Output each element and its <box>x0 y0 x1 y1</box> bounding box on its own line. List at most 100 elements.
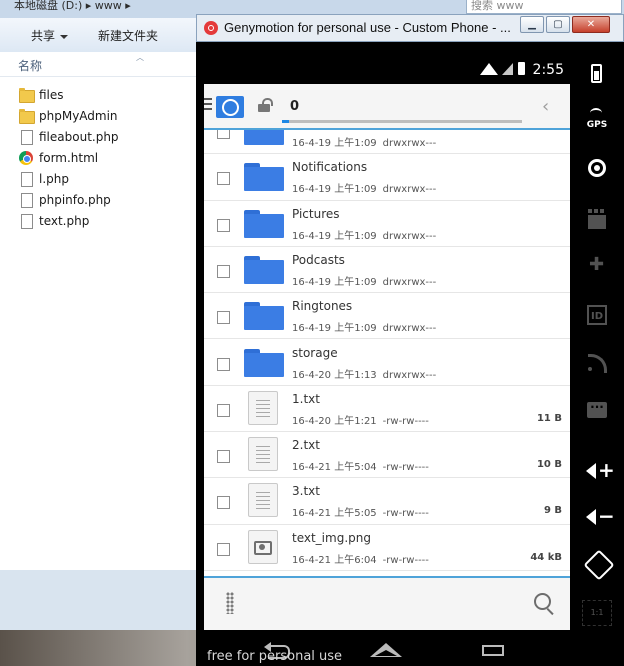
battery-widget-icon[interactable] <box>582 62 612 88</box>
file-size: 9 B <box>543 505 562 517</box>
explorer-item-label: phpinfo.php <box>39 193 111 207</box>
share-label: 共享 <box>31 29 56 43</box>
explorer-list-item[interactable]: fileabout.php <box>18 127 119 147</box>
status-time: 2:55 <box>532 62 564 78</box>
desktop: 本地磁盘 (D:) ▸ www ▸ 搜索 www 共享 新建文件夹 ︿ 名称 f… <box>0 0 624 666</box>
row-checkbox[interactable] <box>217 311 230 325</box>
explorer-toolbar: 共享 新建文件夹 <box>0 18 200 53</box>
explorer-list-item[interactable]: form.html <box>18 148 98 168</box>
file-permissions: -rw-rw---- <box>382 415 429 427</box>
file-row[interactable]: 1.txt 16-4-20 上午1:21 -rw-rw---- 11 B <box>204 386 570 433</box>
gps-widget-icon[interactable]: GPS <box>582 108 612 134</box>
row-checkbox[interactable] <box>217 542 230 556</box>
explorer-item-label: form.html <box>39 151 99 165</box>
row-checkbox[interactable] <box>217 403 230 417</box>
folder-icon <box>244 302 284 331</box>
text-file-icon <box>248 483 278 518</box>
file-name: Pictures <box>292 206 340 221</box>
file-meta: 16-4-19 上午1:09 drwxrwx--- <box>292 134 436 149</box>
file-row[interactable]: Notifications 16-4-19 上午1:09 drwxrwx--- <box>204 154 570 201</box>
file-icon <box>18 129 34 145</box>
row-checkbox[interactable] <box>217 450 230 464</box>
watermark: free for personal use <box>207 649 343 664</box>
file-row[interactable]: Pictures 16-4-19 上午1:09 drwxrwx--- <box>204 201 570 247</box>
row-checkbox[interactable] <box>217 130 230 139</box>
file-row[interactable]: 3.txt 16-4-21 上午5:05 -rw-rw---- 9 B <box>204 478 570 525</box>
file-icon <box>18 192 34 208</box>
file-row[interactable]: 2.txt 16-4-21 上午5:04 -rw-rw---- 10 B <box>204 432 570 479</box>
explorer-list-item[interactable]: phpMyAdmin <box>18 106 118 126</box>
file-permissions: -rw-rw---- <box>382 462 429 474</box>
file-name: text_img.png <box>292 530 371 545</box>
row-checkbox[interactable] <box>217 172 230 186</box>
file-permissions: drwxrwx--- <box>382 230 437 242</box>
pixel-perfect-button[interactable]: 1:1 <box>582 600 612 626</box>
maximize-button[interactable]: ▢ <box>546 16 570 33</box>
file-permissions: drwxrwx--- <box>382 138 437 149</box>
share-button[interactable]: 共享 <box>31 27 69 44</box>
network-widget-icon[interactable] <box>582 352 612 378</box>
breadcrumb[interactable]: 本地磁盘 (D:) ▸ www ▸ <box>14 0 131 13</box>
file-name: Ringtones <box>292 299 353 314</box>
explorer-item-label: phpMyAdmin <box>39 109 118 123</box>
status-bar: 2:55 <box>204 42 570 84</box>
chevron-left-icon[interactable]: ‹ <box>542 96 549 117</box>
home-location-button[interactable] <box>216 96 244 118</box>
explorer-list-item[interactable]: text.php <box>18 211 89 231</box>
minimize-button[interactable]: ▁ <box>520 16 544 33</box>
drag-handle-icon[interactable] <box>226 592 234 614</box>
folder-icon <box>244 209 284 238</box>
new-folder-button[interactable]: 新建文件夹 <box>98 27 158 44</box>
recent-apps-icon[interactable] <box>478 640 508 660</box>
explorer-list-item[interactable]: phpinfo.php <box>18 190 111 210</box>
file-meta: 16-4-21 上午5:04 -rw-rw---- <box>292 458 429 473</box>
file-meta: 16-4-19 上午1:09 drwxrwx--- <box>292 319 436 334</box>
file-name: 1.txt <box>292 391 320 406</box>
menu-icon[interactable] <box>204 98 212 112</box>
search-input[interactable]: 搜索 www <box>466 0 622 14</box>
signal-icon <box>502 63 513 75</box>
file-row[interactable]: text_img.png 16-4-21 上午6:04 -rw-rw---- 44 k… <box>204 525 570 571</box>
explorer-item-label: fileabout.php <box>39 130 119 144</box>
progress-bar <box>282 120 522 123</box>
file-meta: 16-4-19 上午1:09 drwxrwx--- <box>292 227 436 242</box>
file-date: 16-4-19 上午1:09 <box>292 323 377 335</box>
lock-icon[interactable] <box>258 98 274 112</box>
file-row[interactable]: Podcasts 16-4-19 上午1:09 drwxrwx--- <box>204 247 570 294</box>
file-meta: 16-4-21 上午6:04 -rw-rw---- <box>292 551 429 566</box>
volume-down-icon[interactable] <box>582 504 615 530</box>
file-name: 2.txt <box>292 438 320 453</box>
volume-up-icon[interactable] <box>582 458 615 484</box>
screencast-widget-icon[interactable] <box>582 208 612 234</box>
row-checkbox[interactable] <box>217 357 230 371</box>
file-date: 16-4-20 上午1:21 <box>292 415 377 427</box>
divider <box>0 76 200 77</box>
row-checkbox[interactable] <box>217 218 230 232</box>
sms-widget-icon[interactable] <box>582 400 612 426</box>
file-row[interactable]: Ringtones 16-4-19 上午1:09 drwxrwx--- <box>204 293 570 340</box>
close-button[interactable]: ✕ <box>572 16 610 33</box>
search-icon[interactable] <box>534 593 551 610</box>
file-icon <box>18 171 34 187</box>
file-name: Podcasts <box>292 252 345 267</box>
row-checkbox[interactable] <box>217 264 230 278</box>
file-row[interactable]: storage 16-4-20 上午1:13 drwxrwx--- <box>204 340 570 386</box>
file-list: Music16-4-19 上午1:09drwxrwx---Notificatio… <box>204 130 570 576</box>
device-id-widget-icon[interactable] <box>582 304 612 330</box>
file-meta: 16-4-19 上午1:09 drwxrwx--- <box>292 180 436 195</box>
row-checkbox[interactable] <box>217 496 230 510</box>
column-header-name[interactable]: 名称 <box>18 57 42 74</box>
genymotion-side-toolbar: GPS 1:1 <box>570 42 624 666</box>
dpad-widget-icon[interactable] <box>582 254 612 280</box>
file-size: 10 B <box>536 459 562 471</box>
file-date: 16-4-21 上午5:05 <box>292 508 377 520</box>
explorer-list-item[interactable]: l.php <box>18 169 69 189</box>
genymotion-titlebar[interactable]: Genymotion for personal use - Custom Pho… <box>196 14 624 42</box>
rotate-icon[interactable] <box>582 554 612 580</box>
file-date: 16-4-19 上午1:09 <box>292 184 377 196</box>
home-icon[interactable] <box>368 640 402 660</box>
file-row[interactable]: Music16-4-19 上午1:09drwxrwx--- <box>204 130 570 155</box>
explorer-list-item[interactable]: files <box>18 85 64 105</box>
file-date: 16-4-21 上午6:04 <box>292 554 377 566</box>
webcam-widget-icon[interactable] <box>582 158 612 184</box>
